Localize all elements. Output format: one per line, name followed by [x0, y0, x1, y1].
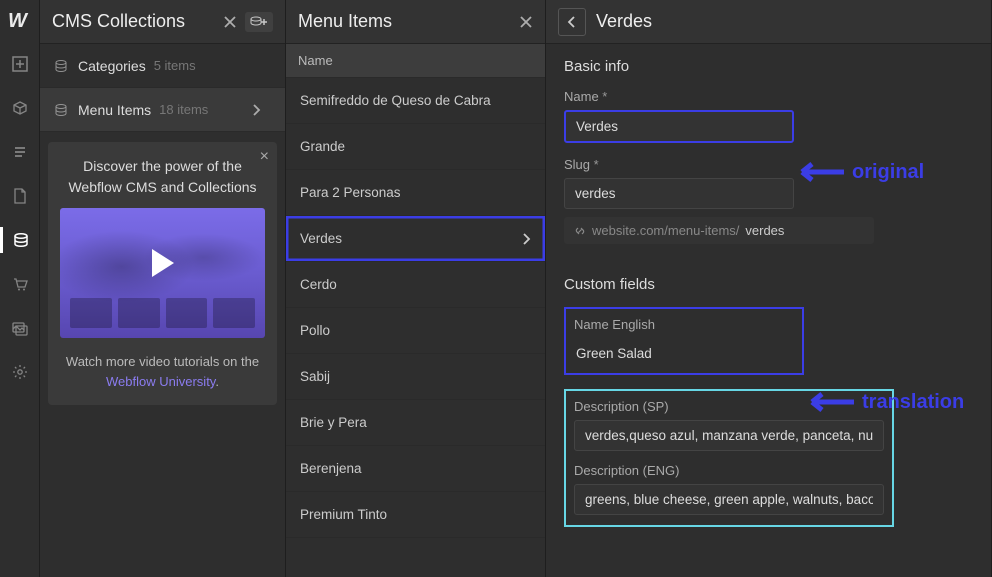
- detail-title: Verdes: [596, 11, 652, 32]
- cube-icon[interactable]: [0, 95, 40, 121]
- assets-icon[interactable]: [0, 315, 40, 341]
- collection-row[interactable]: Menu Items 18 items: [40, 88, 285, 132]
- items-panel: Menu Items Name Semifreddo de Queso de C…: [286, 0, 546, 577]
- settings-icon[interactable]: [0, 359, 40, 385]
- collection-name: Categories: [78, 58, 146, 74]
- cms-icon[interactable]: [0, 227, 40, 253]
- item-row[interactable]: Para 2 Personas: [286, 170, 545, 216]
- basic-info-title: Basic info: [564, 58, 973, 75]
- item-name: Grande: [300, 139, 345, 154]
- add-icon[interactable]: [0, 51, 40, 77]
- database-icon: [54, 59, 68, 73]
- item-name: Sabij: [300, 369, 330, 384]
- close-icon[interactable]: [519, 15, 533, 29]
- name-english-field[interactable]: [574, 342, 794, 365]
- name-english-label: Name English: [574, 317, 794, 332]
- item-row[interactable]: Brie y Pera: [286, 400, 545, 446]
- collections-title: CMS Collections: [52, 11, 215, 32]
- description-sp-field[interactable]: [574, 420, 884, 451]
- custom-fields-title: Custom fields: [564, 276, 973, 293]
- item-name: Verdes: [300, 231, 342, 246]
- item-row[interactable]: Cerdo: [286, 262, 545, 308]
- annotation-original: original: [796, 160, 924, 184]
- item-row[interactable]: Semifreddo de Queso de Cabra: [286, 78, 545, 124]
- slug-field[interactable]: [564, 178, 794, 209]
- chevron-right-icon: [521, 233, 531, 245]
- back-button[interactable]: [558, 8, 586, 36]
- item-name: Cerdo: [300, 277, 337, 292]
- item-name: Premium Tinto: [300, 507, 387, 522]
- database-icon: [54, 103, 68, 117]
- webflow-university-link[interactable]: Webflow University: [106, 374, 215, 389]
- collection-count: 5 items: [154, 58, 196, 73]
- close-icon[interactable]: [223, 15, 237, 29]
- arrow-left-icon: [796, 160, 844, 184]
- collections-header: CMS Collections: [40, 0, 285, 44]
- detail-header: Verdes: [546, 0, 991, 44]
- basic-info-section: Basic info Name Slug website.com/menu-it…: [546, 44, 991, 262]
- page-icon[interactable]: [0, 183, 40, 209]
- collection-row[interactable]: Categories 5 items: [40, 44, 285, 88]
- item-name: Berenjena: [300, 461, 362, 476]
- item-row[interactable]: Verdes: [286, 216, 545, 262]
- close-icon[interactable]: ×: [260, 148, 269, 166]
- promo-heading: Discover the power of the Webflow CMS an…: [60, 156, 265, 198]
- items-column-header[interactable]: Name: [286, 44, 545, 78]
- item-row[interactable]: Berenjena: [286, 446, 545, 492]
- item-name: Brie y Pera: [300, 415, 367, 430]
- pages-icon[interactable]: [0, 139, 40, 165]
- link-icon: [574, 225, 586, 237]
- arrow-left-icon: [806, 390, 854, 414]
- collection-name: Menu Items: [78, 102, 151, 118]
- item-name: Pollo: [300, 323, 330, 338]
- items-title: Menu Items: [298, 11, 511, 32]
- ecommerce-icon[interactable]: [0, 271, 40, 297]
- item-row[interactable]: Grande: [286, 124, 545, 170]
- items-header: Menu Items: [286, 0, 545, 44]
- collections-panel: CMS Collections Categories 5 items Menu …: [40, 0, 286, 577]
- promo-card: × Discover the power of the Webflow CMS …: [48, 142, 277, 405]
- item-row[interactable]: Sabij: [286, 354, 545, 400]
- chevron-right-icon: [251, 104, 261, 116]
- play-icon: [152, 249, 174, 277]
- name-label: Name: [564, 89, 973, 104]
- annotation-translation: translation: [806, 390, 964, 414]
- item-name: Para 2 Personas: [300, 185, 401, 200]
- item-name: Semifreddo de Queso de Cabra: [300, 93, 491, 108]
- item-row[interactable]: Pollo: [286, 308, 545, 354]
- promo-video[interactable]: [60, 208, 265, 338]
- slug-url-preview: website.com/menu-items/verdes: [564, 217, 874, 244]
- left-icon-rail: W: [0, 0, 40, 577]
- item-row[interactable]: Premium Tinto: [286, 492, 545, 538]
- promo-footer: Watch more video tutorials on the Webflo…: [60, 352, 265, 391]
- detail-panel: Verdes Basic info Name Slug website.com/…: [546, 0, 992, 577]
- description-eng-field[interactable]: [574, 484, 884, 515]
- webflow-logo: W: [8, 10, 27, 33]
- name-field[interactable]: [564, 110, 794, 143]
- collection-count: 18 items: [159, 102, 208, 117]
- add-collection-icon[interactable]: [245, 12, 273, 32]
- description-eng-label: Description (ENG): [574, 463, 884, 478]
